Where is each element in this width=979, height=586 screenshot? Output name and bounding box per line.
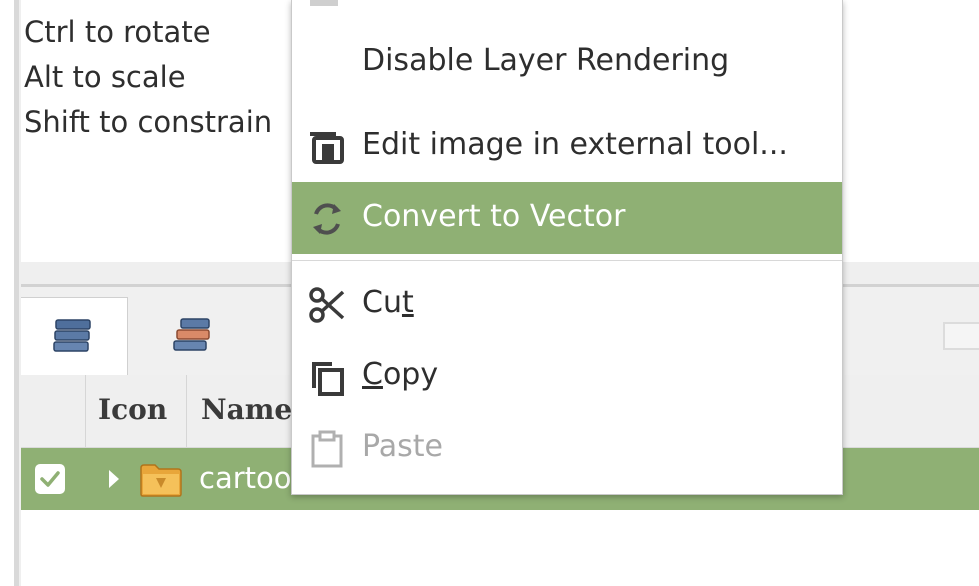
menu-item-paste[interactable]: Paste (292, 412, 842, 484)
menu-item-copy[interactable]: Copy (292, 340, 842, 412)
label-text: Cu (362, 285, 402, 320)
column-header-icon[interactable]: Icon (98, 393, 167, 426)
column-separator (186, 375, 187, 447)
clipped-menu-item (310, 0, 338, 6)
column-header-name[interactable]: Name (201, 393, 292, 426)
menu-item-label: Convert to Vector (362, 199, 626, 234)
tab-layers[interactable] (21, 297, 128, 378)
menu-item-convert-to-vector[interactable]: Convert to Vector (292, 182, 842, 254)
menu-item-disable-layer-rendering[interactable]: Disable Layer Rendering (292, 26, 842, 98)
menu-item-label: Edit image in external tool... (362, 127, 788, 162)
menu-item-edit-external[interactable]: Edit image in external tool... (292, 110, 842, 182)
menu-item-label: Copy (362, 357, 438, 392)
mnemonic-char: C (362, 357, 383, 392)
hint-constrain: Shift to constrain (24, 105, 273, 139)
folder-icon (140, 464, 182, 497)
hint-rotate: Ctrl to rotate (24, 15, 211, 49)
hint-scale: Alt to scale (24, 60, 186, 94)
tab-objects[interactable] (141, 297, 247, 377)
menu-item-label: Paste (362, 429, 443, 464)
layers-icon (53, 319, 91, 352)
menu-item-cut[interactable]: Cut (292, 268, 842, 340)
copy-icon (312, 362, 344, 396)
dock-options-widget[interactable] (943, 322, 979, 350)
scissors-icon (309, 287, 345, 323)
column-separator (85, 375, 86, 447)
layer-visibility-checkbox[interactable] (35, 464, 65, 494)
external-edit-icon (310, 132, 344, 164)
paste-icon (311, 430, 343, 468)
checkmark-icon (40, 471, 60, 487)
expand-arrow-icon[interactable] (107, 467, 121, 491)
menu-item-label: Disable Layer Rendering (362, 43, 730, 78)
objects-icon (173, 318, 210, 351)
label-text: opy (382, 357, 439, 392)
context-menu: Disable Layer Rendering Edit image in ex… (291, 0, 843, 495)
menu-item-label: Cut (362, 285, 414, 320)
menu-separator (292, 260, 842, 261)
transform-hints: Ctrl to rotate Alt to scale Shift to con… (24, 10, 272, 145)
layer-name: cartoo (199, 461, 292, 495)
convert-icon (313, 203, 341, 235)
mnemonic-char: t (401, 285, 414, 320)
